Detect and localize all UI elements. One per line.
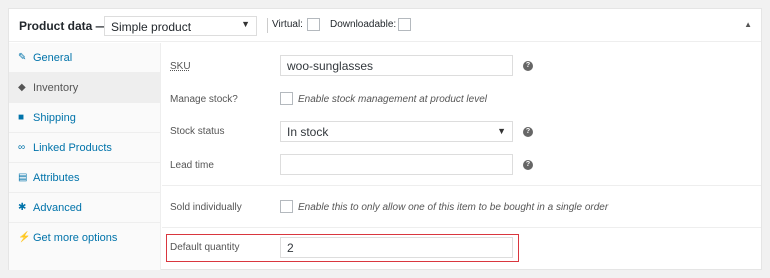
manage-stock-description: Enable stock management at product level: [298, 94, 487, 105]
tab-get-more-options[interactable]: ⚡ Get more options: [9, 223, 161, 253]
tab-label: General: [33, 52, 73, 64]
product-data-tabs: ✎ General ◆ Inventory ■ Shipping ∞ Linke…: [9, 43, 161, 270]
sold-individually-label: Sold individually: [170, 202, 242, 213]
stock-status-select[interactable]: In stock ▼: [280, 121, 513, 142]
panel-title: Product data —: [19, 19, 108, 33]
manage-stock-label: Manage stock?: [170, 94, 238, 105]
help-icon[interactable]: ?: [523, 127, 533, 137]
chevron-down-icon: ▼: [241, 19, 250, 29]
tab-label: Linked Products: [33, 142, 112, 154]
manage-stock-checkbox[interactable]: [280, 92, 293, 105]
downloadable-checkbox[interactable]: [398, 18, 411, 31]
tab-label: Attributes: [33, 172, 80, 184]
tab-shipping[interactable]: ■ Shipping: [9, 103, 161, 133]
product-data-panel: Product data — Simple product ▼ Virtual:…: [8, 8, 762, 270]
tab-label: Inventory: [33, 82, 79, 94]
tab-attributes[interactable]: ▤ Attributes: [9, 163, 161, 193]
tab-inventory[interactable]: ◆ Inventory: [9, 73, 161, 103]
stock-status-label: Stock status: [170, 126, 225, 137]
sku-label: SKU: [170, 61, 191, 72]
list-icon: ▤: [18, 172, 28, 183]
wrench-icon: ✎: [18, 52, 27, 63]
chevron-down-icon: ▼: [497, 126, 506, 136]
tab-label: Get more options: [33, 232, 118, 244]
help-icon[interactable]: ?: [523, 61, 533, 71]
product-type-select[interactable]: Simple product ▼: [104, 16, 257, 36]
section-divider: [162, 185, 761, 186]
plugin-icon: ⚡: [18, 232, 31, 243]
tab-label: Advanced: [33, 202, 82, 214]
sku-input[interactable]: woo-sunglasses: [280, 55, 513, 76]
default-quantity-input[interactable]: 2: [280, 237, 513, 258]
default-quantity-value: 2: [287, 241, 294, 255]
header-divider: [267, 18, 268, 33]
section-divider: [162, 227, 761, 228]
sold-individually-checkbox[interactable]: [280, 200, 293, 213]
sku-value: woo-sunglasses: [287, 59, 374, 73]
default-quantity-label: Default quantity: [170, 242, 240, 253]
virtual-label: Virtual:: [272, 19, 303, 30]
collapse-toggle-icon[interactable]: ▲: [744, 20, 752, 29]
gear-icon: ✱: [18, 202, 27, 213]
product-data-header: Product data — Simple product ▼ Virtual:…: [9, 9, 761, 42]
tab-general[interactable]: ✎ General: [9, 43, 161, 73]
tab-advanced[interactable]: ✱ Advanced: [9, 193, 161, 223]
product-type-value: Simple product: [111, 20, 192, 34]
tab-label: Shipping: [33, 112, 76, 124]
link-icon: ∞: [18, 142, 26, 153]
sold-individually-description: Enable this to only allow one of this it…: [298, 202, 609, 213]
stock-status-value: In stock: [287, 125, 329, 139]
downloadable-label: Downloadable:: [330, 19, 397, 30]
lead-time-label: Lead time: [170, 160, 214, 171]
tag-icon: ◆: [18, 82, 26, 93]
virtual-checkbox[interactable]: [307, 18, 320, 31]
truck-icon: ■: [18, 112, 25, 123]
tab-linked-products[interactable]: ∞ Linked Products: [9, 133, 161, 163]
help-icon[interactable]: ?: [523, 160, 533, 170]
lead-time-input[interactable]: [280, 154, 513, 175]
